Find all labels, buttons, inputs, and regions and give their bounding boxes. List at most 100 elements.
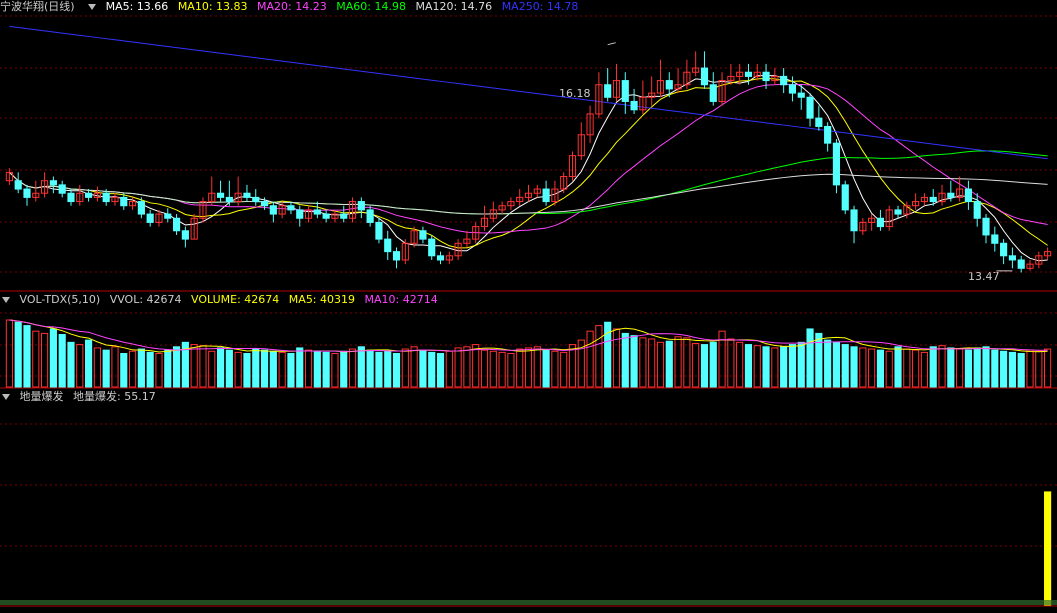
volume-bar [797,341,805,388]
volume-bar [480,349,489,388]
indicator-baseline-band [0,600,1057,605]
volume-bar [5,319,13,388]
volume-bar [744,344,753,388]
volume-bar [67,341,75,388]
volume-bar [436,353,445,388]
volume-bar [665,340,673,388]
volume-bar [155,353,163,388]
candle-body [841,184,849,211]
volume-bar [560,351,568,388]
candle-body [14,180,22,190]
volume-bar [14,321,22,388]
candle-body [375,221,383,240]
candle-body [340,213,348,219]
candle-body [137,201,145,215]
volume-bar [815,332,823,388]
volume-bar [850,346,858,388]
volume-bar [260,349,269,388]
candle-body [894,209,902,215]
volume-bar [269,350,277,388]
candle-body [929,196,937,203]
volume-bar [753,345,761,388]
candle-body [982,217,990,236]
high-arrow [607,42,616,46]
volume-bar [956,348,964,388]
candle-body [252,196,260,203]
candle-body [146,213,154,223]
volume-bar [912,349,920,388]
volume-bar [120,353,128,388]
volume-bar [648,338,656,388]
volume-bar [287,353,295,388]
candle-body [832,142,841,186]
candle-body [102,192,110,203]
candle-body [172,217,181,232]
candle-body [164,213,172,219]
volume-bar [410,346,418,388]
volume-bar [612,328,621,388]
volume-bar [375,351,383,388]
candle-body [700,67,709,86]
candle-body [876,217,885,228]
candle-body [366,209,374,223]
volume-bar [1008,351,1016,388]
candle-body [243,192,251,198]
candle-body [436,255,445,261]
candle-body [216,192,225,198]
volume-bar [489,350,497,388]
volume-bar [234,351,242,388]
volume-bar [674,336,682,388]
volume-ma10-line [9,319,1048,352]
volume-bar [533,346,541,388]
volume-bar [762,346,770,388]
volume-bar [419,349,427,388]
volume-bar [771,347,779,388]
volume-bar [859,347,867,388]
candle-body [630,100,638,111]
volume-bar [832,341,841,388]
candle-body [824,125,832,144]
volume-bar [656,341,665,388]
candle-body [973,201,981,219]
volume-bar [595,325,603,388]
candle-body [269,205,277,215]
volume-bar [252,348,260,388]
volume-bar [876,349,885,388]
volume-bar [824,339,832,388]
volume-bar [216,347,225,388]
volume-bar [1000,350,1008,388]
candle-body [947,192,955,198]
volume-bar [929,346,937,388]
volume-bar [463,346,471,388]
indicator-bar [1044,491,1052,606]
volume-bar [894,346,902,388]
volume-bar [700,344,709,388]
volume-bar [973,347,981,388]
volume-bar [1026,349,1034,388]
volume-bar [692,342,700,388]
volume-bar [384,350,392,388]
stock-chart-canvas[interactable] [0,0,1057,613]
volume-bar [128,350,137,388]
volume-bar [524,347,533,388]
volume-bar [296,347,304,388]
volume-bar [780,346,788,388]
candle-body [806,96,814,119]
volume-bar [727,338,735,388]
volume-bar [630,335,638,388]
candle-body [542,188,550,203]
volume-bar [445,350,453,388]
volume-bar [709,341,717,388]
volume-bar [516,348,524,388]
volume-bar [788,344,797,388]
candle-body [384,238,392,253]
candle-body [260,201,269,207]
volume-ma5-line [9,319,1048,353]
volume-bar [357,346,365,388]
volume-bar [331,353,339,388]
candle-body [797,92,805,98]
volume-bar [621,332,629,388]
candle-body [313,209,321,215]
ma60-line [9,150,1048,215]
candle-body [665,80,673,90]
